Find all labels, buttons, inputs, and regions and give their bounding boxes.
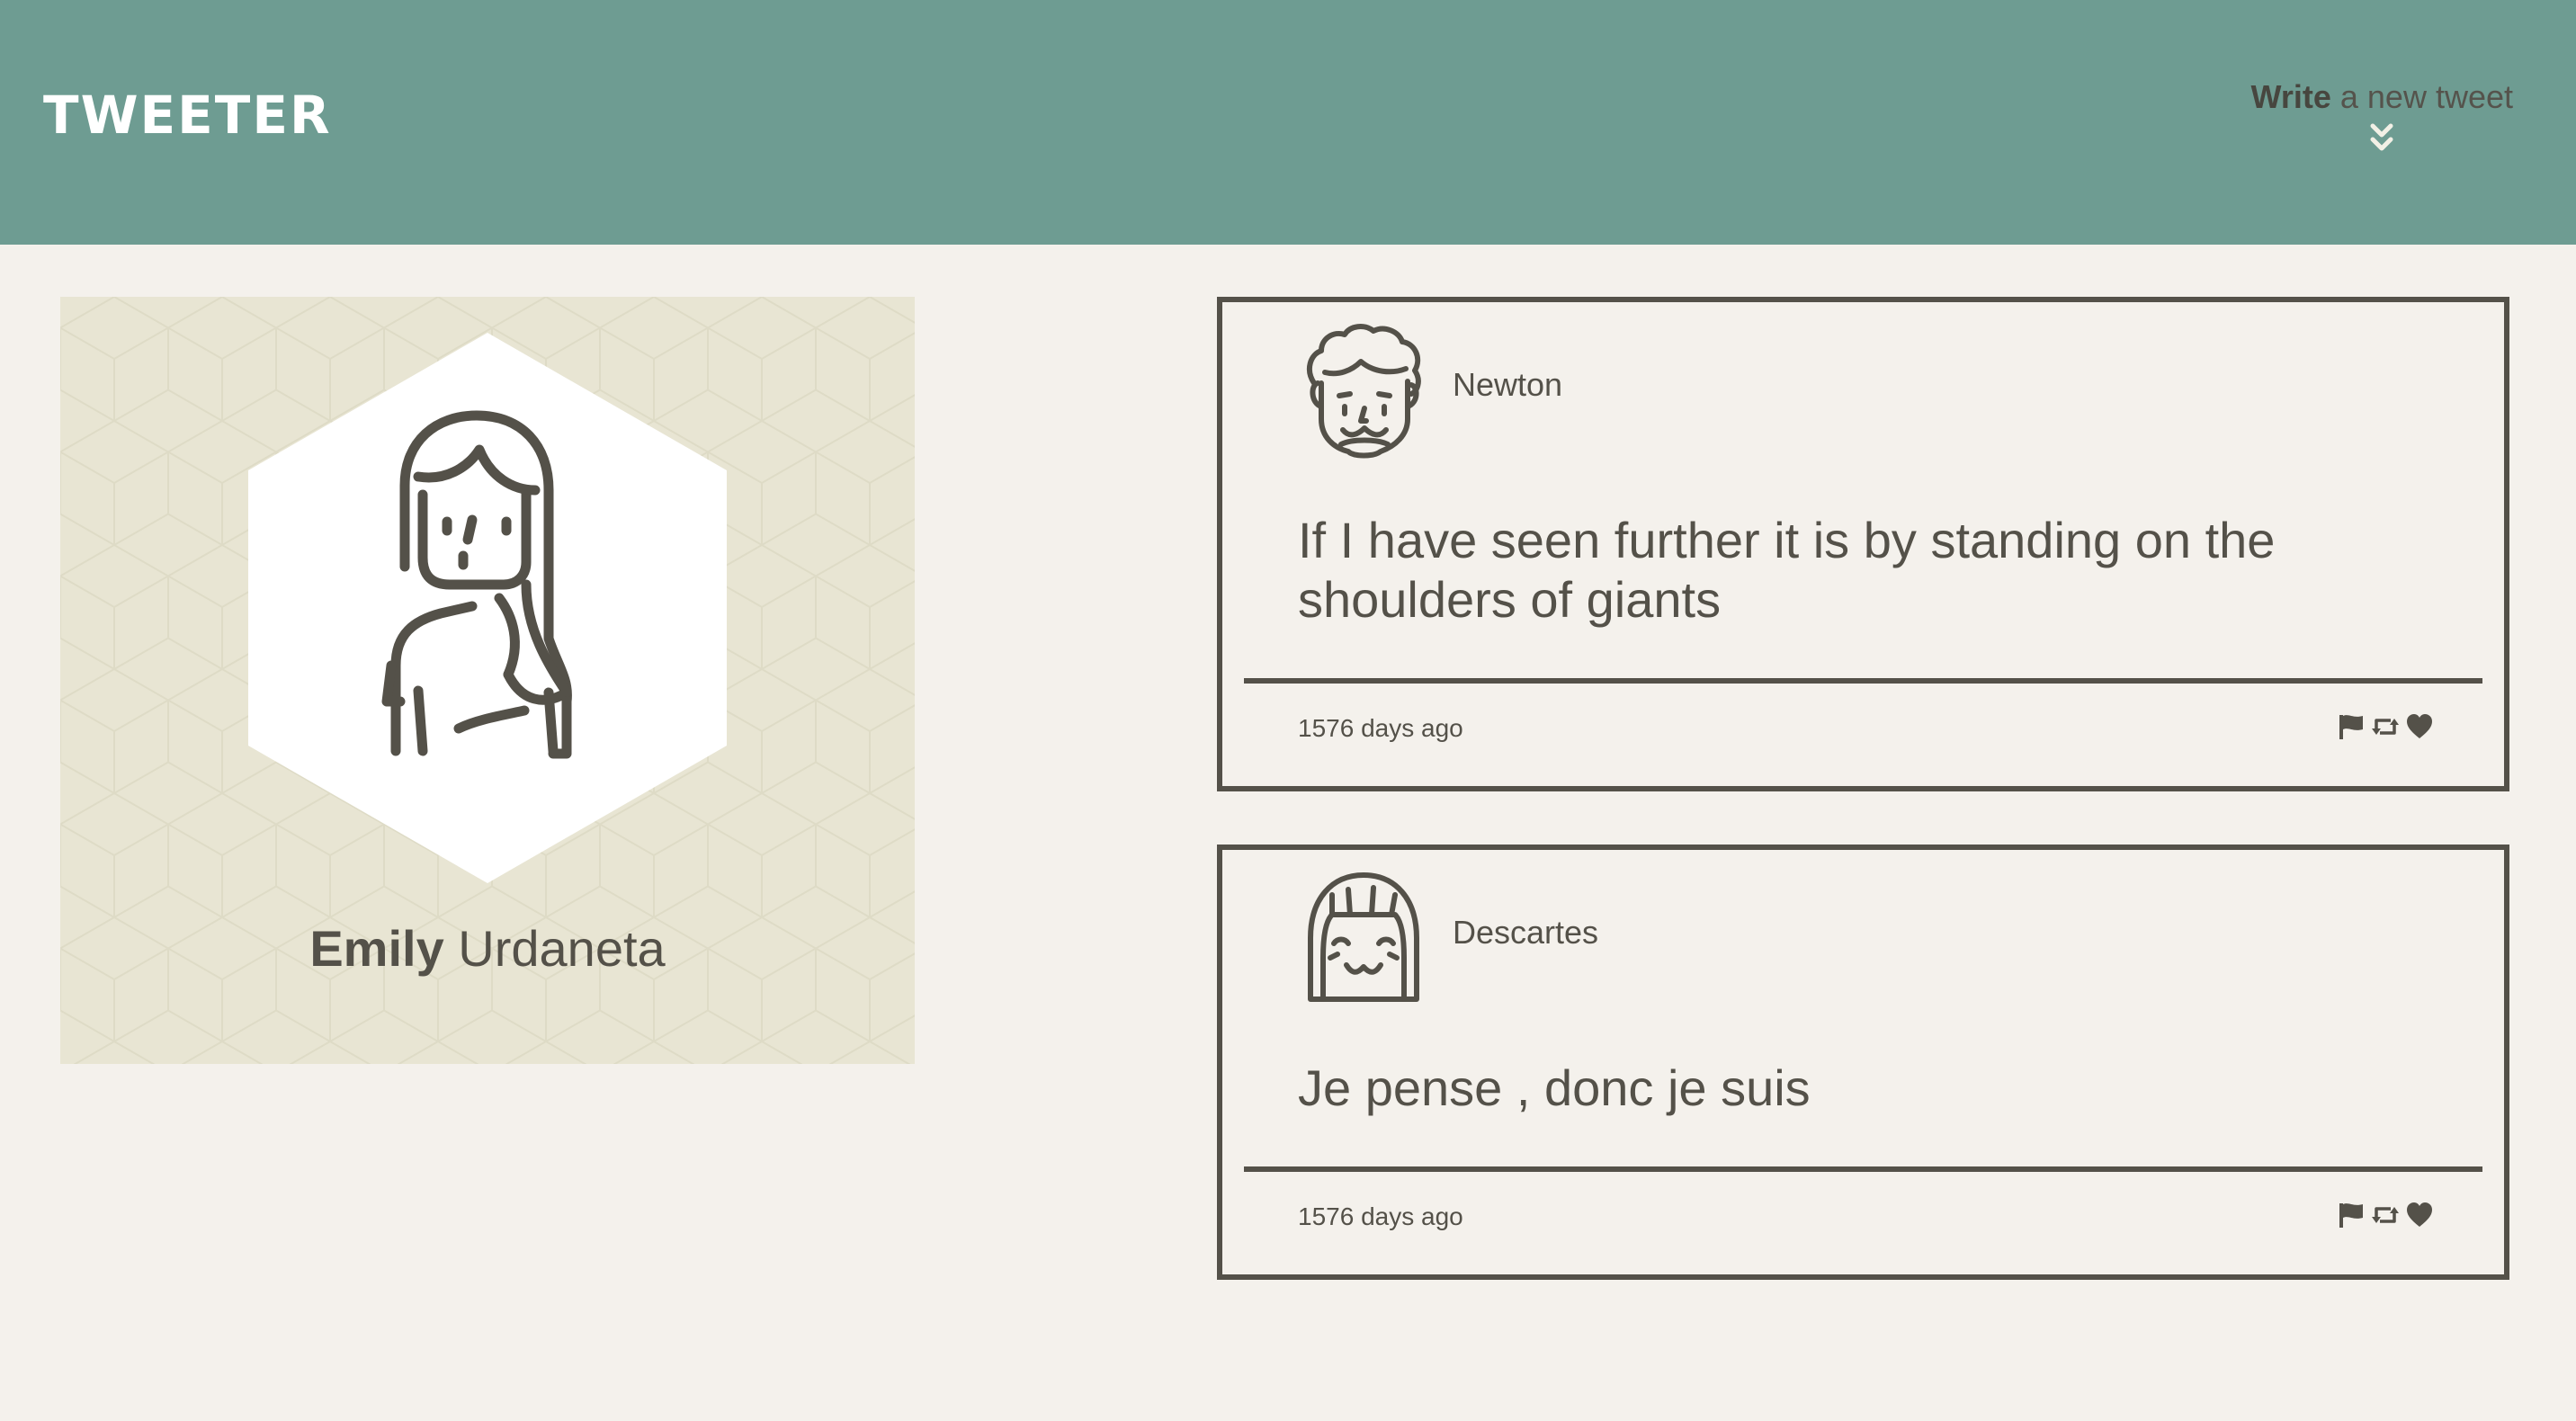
heart-icon[interactable] [2405,1201,2434,1229]
tweet-author[interactable]: Newton [1453,365,1562,405]
tweet-card: Newton If I have seen further it is by s… [1217,297,2509,791]
double-chevron-down-icon[interactable] [2368,122,2395,155]
retweet-icon[interactable] [2371,1201,2400,1229]
tweet-text: If I have seen further it is by standing… [1298,512,2276,628]
heart-icon[interactable] [2405,712,2434,741]
write-new-tweet-label[interactable]: Write a new tweet [2251,74,2513,121]
flag-icon[interactable] [2337,1201,2366,1229]
write-new-tweet-label-rest: a new tweet [2330,78,2513,115]
curly-hair-man-avatar-icon[interactable] [1298,320,1429,460]
tweet-text: Je pense , donc je suis [1298,1059,1811,1116]
brand-logo[interactable]: TWEETER [43,83,332,147]
profile-name: Emily Urdaneta [60,917,915,980]
tweet-timestamp: 1576 days ago [1298,714,1463,742]
tweet-card: Descartes Je pense , donc je suis 1576 d… [1217,845,2509,1280]
tweet-divider [1244,1166,2482,1172]
profile-card: Emily Urdaneta [60,297,915,1064]
bob-hair-avatar-icon[interactable] [1298,868,1429,1008]
tweet-actions [2337,1201,2434,1229]
write-new-tweet-button[interactable]: Write a new tweet [2251,74,2513,155]
tweet-actions [2337,712,2434,741]
tweet-author[interactable]: Descartes [1453,913,1598,952]
top-navigation-bar: TWEETER Write a new tweet [0,0,2576,245]
woman-avatar-icon[interactable] [364,405,607,764]
tweet-timestamp: 1576 days ago [1298,1202,1463,1230]
write-new-tweet-label-bold: Write [2250,78,2331,115]
flag-icon[interactable] [2337,712,2366,741]
profile-last-name: Urdaneta [443,920,666,977]
tweet-divider [1244,678,2482,684]
retweet-icon[interactable] [2371,712,2400,741]
profile-first-name: Emily [309,920,444,977]
